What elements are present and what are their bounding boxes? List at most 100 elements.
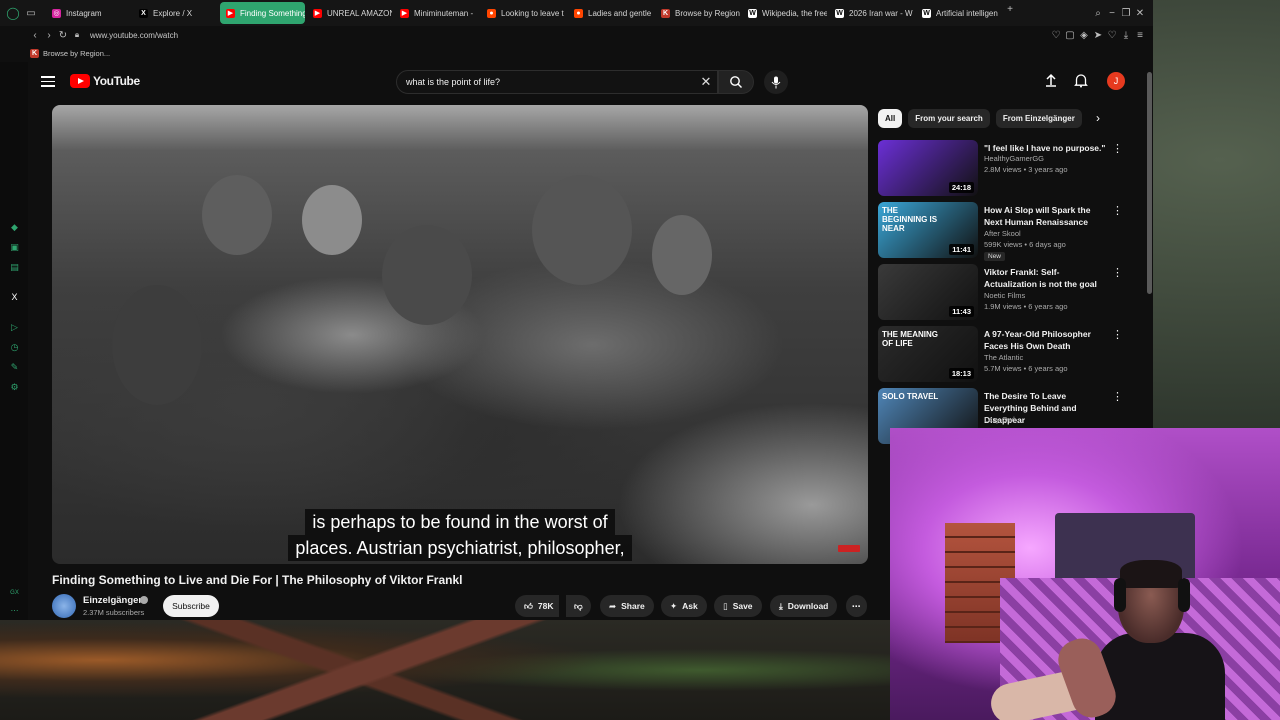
flow-icon[interactable]: ➤ [1091,28,1105,42]
download-button[interactable]: ⤓ Download [770,595,838,617]
chip-all[interactable]: All [878,109,903,128]
notifications-button[interactable] [1073,72,1089,93]
back-icon[interactable]: ‹ [28,28,42,42]
more-vertical-icon[interactable]: ⋮ [1112,142,1123,155]
recommended-video-channel[interactable]: Lazy Owl [984,415,1015,424]
sidebar-history-icon[interactable]: ◷ [9,342,20,353]
browser-tab[interactable]: ▶ Miniminuteman - [394,2,479,24]
opera-logo-icon[interactable]: ◯ [6,6,20,20]
video-captions: is perhaps to be found in the worst of p… [52,509,868,561]
bookmark-browse-by-region[interactable]: Browse by Region... [43,49,110,58]
new-tab-icon[interactable]: + [1003,2,1017,16]
dislike-button[interactable]: 👎︎ [566,595,591,617]
video-thumbnail[interactable]: THE BEGINNING IS NEAR 11:41 [878,202,978,258]
sidebar-x-icon[interactable]: X [9,291,20,302]
chip-from-your-search[interactable]: From your search [908,109,990,128]
video-thumbnail[interactable]: THE MEANING OF LIFE 18:13 [878,326,978,382]
browser-tab[interactable]: ◎ Instagram [46,2,131,24]
recommended-video-channel[interactable]: After Skool [984,229,1021,238]
maximize-icon[interactable]: ❐ [1119,6,1133,20]
forward-icon[interactable]: › [42,28,56,42]
like-count: 78K [537,601,554,611]
recommended-video-title[interactable]: Viktor Frankl: Self-Actualization is not… [984,266,1108,290]
easy-setup-icon[interactable]: ≡ [1133,28,1147,42]
workspaces-icon[interactable]: ▭ [24,6,38,20]
video-player[interactable]: is perhaps to be found in the worst of p… [52,105,868,564]
channel-watermark [838,545,860,552]
microphone-icon [771,76,781,88]
sidebar-player-icon[interactable]: ▷ [9,322,20,333]
browser-tab[interactable]: K Browse by Region [655,2,740,24]
shield-icon[interactable]: ◈ [1077,28,1091,42]
recommended-video[interactable]: THE BEGINNING IS NEAR 11:41 How Ai Slop wi… [878,202,1138,261]
sidebar-messenger-icon[interactable]: ▣ [9,242,20,253]
sidebar-pinboard-icon[interactable]: ✎ [9,362,20,373]
channel-avatar[interactable] [52,594,76,618]
sidebar-chat-icon[interactable]: ▤ [9,262,20,273]
reload-icon[interactable]: ↻ [56,28,70,42]
voice-search-button[interactable] [764,70,788,94]
recommended-video-title[interactable]: How Ai Slop will Spark the Next Human Re… [984,204,1108,228]
headset-icon [1114,578,1126,612]
recommended-video-title[interactable]: "I feel like I have no purpose." [984,142,1108,154]
search-tabs-icon[interactable]: ⌕ [1091,6,1105,20]
recommended-video-title[interactable]: A 97-Year-Old Philosopher Faces His Own … [984,328,1108,352]
sidebar-gx-icon[interactable]: GX [9,587,20,598]
create-button[interactable] [1043,72,1059,93]
url-field[interactable]: www.youtube.com/watch [90,31,1049,40]
download-icon[interactable]: ⤓ [1119,28,1133,42]
browser-tab[interactable]: ▶ Finding Something to [220,2,305,24]
recommended-video-channel[interactable]: Noetic Films [984,291,1025,300]
subscribe-button[interactable]: Subscribe [163,595,219,617]
recommended-video[interactable]: 11:43 Viktor Frankl: Self-Actualization i… [878,264,1138,322]
recommended-video-channel[interactable]: The Atlantic [984,353,1023,362]
ask-button[interactable]: ✦ Ask [661,595,707,617]
hamburger-menu-icon[interactable] [40,73,56,89]
video-duration: 11:43 [949,306,974,317]
browser-tab[interactable]: ● Ladies and gentle [568,2,653,24]
browser-tab[interactable]: W Artificial intelligen [916,2,1001,24]
more-vertical-icon[interactable]: ⋮ [1112,266,1123,279]
video-thumbnail[interactable]: 11:43 [878,264,978,320]
scrollbar-thumb[interactable] [1147,72,1152,294]
account-avatar[interactable]: J [1107,72,1125,90]
browser-tab[interactable]: W Wikipedia, the free [742,2,827,24]
minimize-icon[interactable]: − [1105,6,1119,20]
browser-tab[interactable]: ● Looking to leave t [481,2,566,24]
close-window-icon[interactable]: ✕ [1133,6,1147,20]
chevron-right-icon[interactable]: › [1096,111,1100,125]
bell-icon [1074,74,1088,88]
recommended-video[interactable]: 24:18 "I feel like I have no purpose." Hea… [878,140,1138,198]
snapshot-icon[interactable]: ▢ [1063,28,1077,42]
save-button[interactable]: ▯ Save [714,595,762,617]
heart-icon[interactable]: ♡ [1105,28,1119,42]
sidebar-ai-icon[interactable]: ◆ [9,222,20,233]
channel-name[interactable]: Einzelgänger [83,595,142,606]
recommended-video-channel[interactable]: HealthyGamerGG [984,154,1044,163]
save-label: Save [732,601,753,611]
more-actions-button[interactable]: ⋯ [846,595,867,617]
video-thumbnail[interactable]: 24:18 [878,140,978,196]
browser-tab[interactable]: W 2026 Iran war - W [829,2,914,24]
tab-label: Artificial intelligen [936,8,998,18]
youtube-logo[interactable]: YouTube [70,74,140,88]
bookmark-icon[interactable]: ♡ [1049,28,1063,42]
more-vertical-icon[interactable]: ⋮ [1112,390,1123,403]
search-input[interactable]: what is the point of life? ✕ [396,70,718,94]
thumbs-up-icon: 👍︎ [524,600,533,611]
share-button[interactable]: ➦ Share [600,595,654,617]
search-query[interactable]: what is the point of life? [406,77,695,87]
browser-tab[interactable]: X Explore / X [133,2,218,24]
video-duration: 18:13 [948,368,974,379]
recommended-video[interactable]: THE MEANING OF LIFE 18:13 A 97-Year-Old Ph… [878,326,1138,384]
sidebar-more-icon[interactable]: ⋯ [9,605,20,616]
tab-favicon-icon: ▶ [226,8,235,18]
browser-tab[interactable]: ▶ UNREAL AMAZON [307,2,392,24]
more-vertical-icon[interactable]: ⋮ [1112,204,1123,217]
chip-from-channel[interactable]: From Einzelgänger [995,109,1082,128]
like-button[interactable]: 👍︎ 78K [515,595,560,617]
sidebar-settings-icon[interactable]: ⚙ [9,382,20,393]
more-vertical-icon[interactable]: ⋮ [1112,328,1123,341]
clear-search-icon[interactable]: ✕ [695,74,717,90]
search-button[interactable] [718,70,754,94]
